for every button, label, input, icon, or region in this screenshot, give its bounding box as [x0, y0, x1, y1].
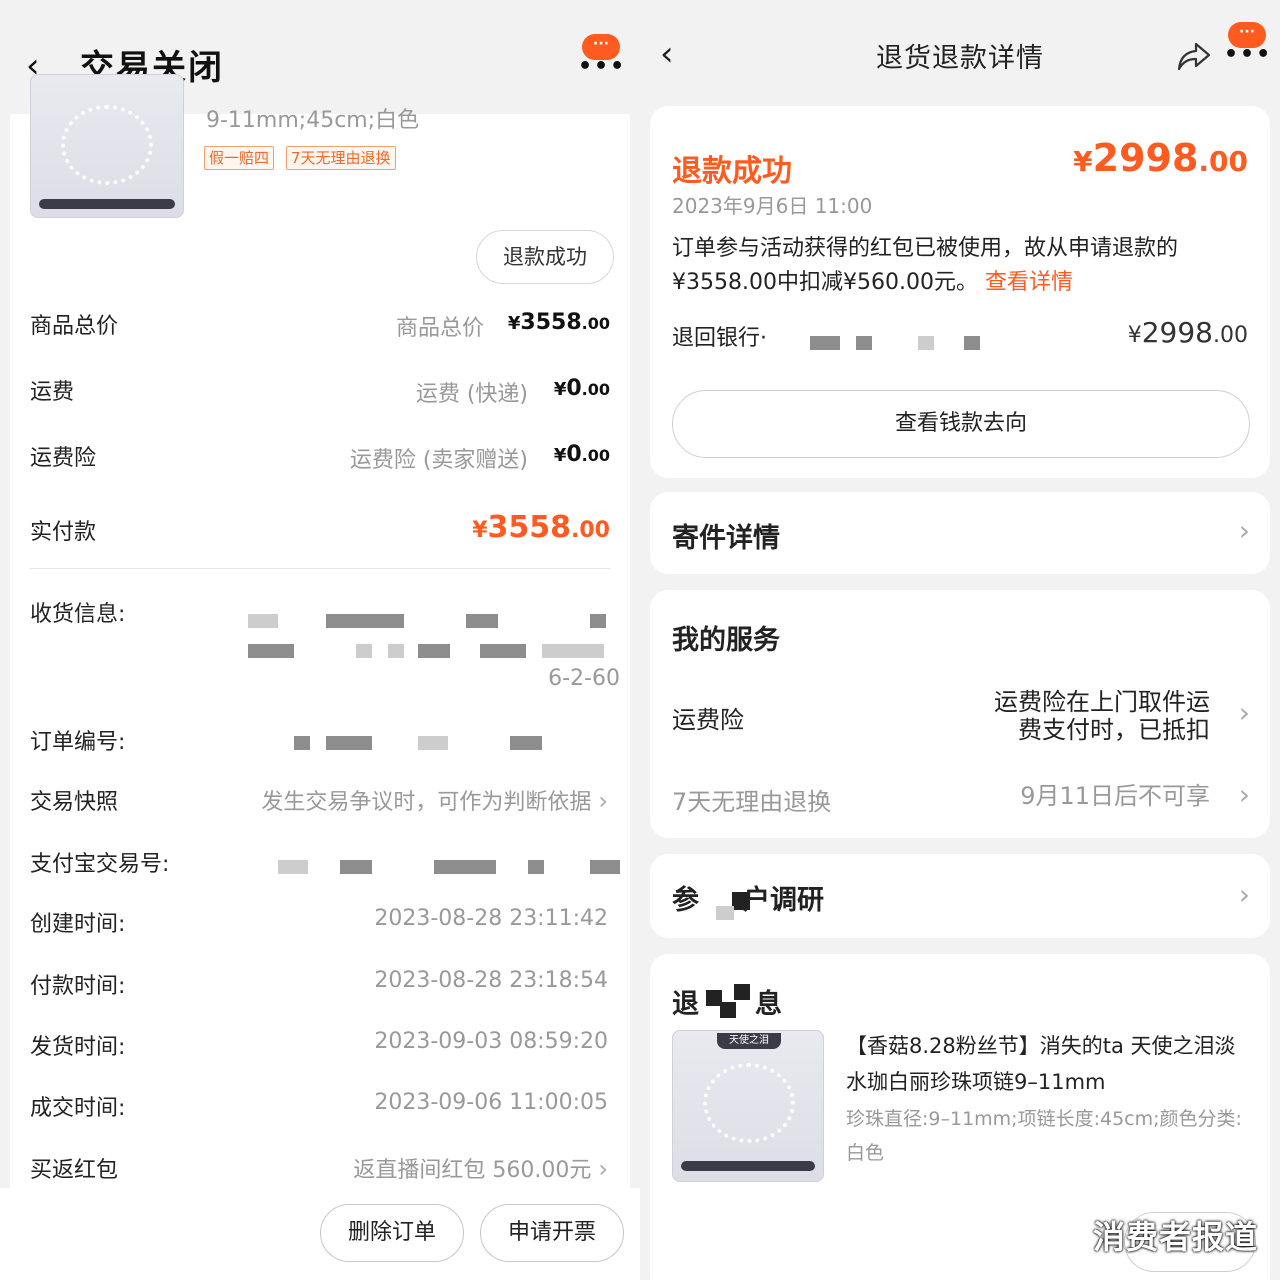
- shipped-time-value: 2023-09-03 08:59:20: [374, 1029, 608, 1054]
- shipping-fee-sub: 运费 (快递): [415, 382, 528, 407]
- share-icon[interactable]: [1176, 38, 1212, 74]
- order-number-label: 订单编号:: [30, 730, 126, 755]
- chevron-right-icon: ›: [1238, 514, 1250, 547]
- chevron-right-icon: ›: [1238, 778, 1250, 811]
- divider: [30, 568, 610, 569]
- refund-amount: ¥2998.00: [1073, 136, 1248, 180]
- chevron-right-icon: ›: [598, 1155, 608, 1183]
- paid-label: 实付款: [30, 520, 97, 545]
- service-label-insurance: 运费险: [672, 706, 744, 734]
- services-title: 我的服务: [672, 625, 780, 656]
- shipping-insurance-value: ¥0.00: [553, 442, 610, 467]
- refund-note: 订单参与活动获得的红包已被使用，故从申请退款的¥3558.00中扣减¥560.0…: [672, 236, 1179, 295]
- created-time-value: 2023-08-28 23:11:42: [374, 906, 608, 931]
- thumb-label: 天使之泪: [717, 1033, 781, 1049]
- shipping-info-label: 收货信息:: [30, 602, 126, 627]
- shipment-details-row[interactable]: 寄件详情 ›: [650, 492, 1270, 574]
- deal-time-value: 2023-09-06 11:00:05: [374, 1090, 608, 1115]
- delete-order-button[interactable]: 删除订单: [320, 1204, 464, 1262]
- more-icon[interactable]: ··· •••: [1224, 22, 1273, 67]
- shipping-fee-label: 运费: [30, 380, 75, 405]
- product-spec: 9-11mm;45cm;白色: [206, 108, 420, 133]
- service-value-insurance[interactable]: 运费险在上门取件运 费支付时，已抵扣: [994, 688, 1210, 744]
- right-screen: ‹ 退货退款详情 ··· ••• 退款成功 ¥2998.00 2023年9月6日…: [640, 0, 1280, 1280]
- shipping-insurance-label: 运费险: [30, 446, 97, 471]
- tag-fake-compensate: 假一赔四: [204, 146, 275, 170]
- chevron-right-icon: ›: [598, 787, 608, 815]
- redpacket-label: 买返红包: [30, 1158, 119, 1183]
- deal-time-label: 成交时间:: [30, 1096, 126, 1121]
- product-title[interactable]: 【香菇8.28粉丝节】消失的ta 天使之泪淡水珈白丽珍珠项链9–11mm: [846, 1028, 1246, 1100]
- money-flow-button[interactable]: 查看钱款去向: [672, 390, 1250, 458]
- chevron-right-icon: ›: [1238, 878, 1250, 911]
- bank-refund-amount: ¥2998.00: [1127, 316, 1248, 349]
- product-thumbnail[interactable]: 天使之泪: [672, 1030, 824, 1182]
- paid-time-value: 2023-08-28 23:18:54: [374, 968, 608, 993]
- refund-summary-card: 退款成功 ¥2998.00 2023年9月6日 11:00 订单参与活动获得的红…: [650, 106, 1270, 478]
- service-value-7day[interactable]: 9月11日后不可享: [1020, 782, 1210, 810]
- price-sub: 商品总价: [395, 316, 484, 341]
- view-details-link[interactable]: 查看详情: [985, 270, 1073, 295]
- request-invoice-button[interactable]: 申请开票: [480, 1204, 624, 1262]
- price-value: ¥3558.00: [507, 310, 610, 335]
- watermark: 消费者报道: [1092, 1218, 1258, 1256]
- more-dots: •••: [578, 54, 627, 79]
- price-label: 商品总价: [30, 314, 119, 339]
- alipay-number-label: 支付宝交易号:: [30, 852, 170, 877]
- paid-time-label: 付款时间:: [30, 974, 126, 999]
- refund-time: 2023年9月6日 11:00: [672, 194, 873, 218]
- shipment-details-title: 寄件详情: [672, 523, 780, 554]
- refund-status-button[interactable]: 退款成功: [476, 230, 614, 284]
- redpacket-link[interactable]: 返直播间红包 560.00元 ›: [353, 1152, 608, 1184]
- more-icon[interactable]: ··· •••: [578, 34, 627, 79]
- refund-status-title: 退款成功: [672, 154, 792, 189]
- service-label-7day: 7天无理由退换: [672, 788, 832, 816]
- order-detail-card: 9-11mm;45cm;白色 假一赔四 7天无理由退换 退款成功 商品总价 商品…: [10, 74, 630, 1194]
- chevron-right-icon: ›: [1238, 696, 1250, 729]
- snapshot-link[interactable]: 发生交易争议时，可作为判断依据 ›: [261, 784, 608, 816]
- shipping-fee-value: ¥0.00: [553, 376, 610, 401]
- shipping-insurance-sub: 运费险 (卖家赠送): [349, 448, 528, 473]
- shipping-address-fragment: 6-2-60: [548, 666, 620, 691]
- product-thumbnail[interactable]: [30, 74, 184, 218]
- created-time-label: 创建时间:: [30, 912, 126, 937]
- survey-row[interactable]: 参户调研 ›: [650, 854, 1270, 938]
- paid-value: ¥3558.00: [472, 510, 610, 545]
- bottom-action-bar: 删除订单 申请开票: [0, 1188, 640, 1280]
- tag-7day-return: 7天无理由退换: [286, 146, 396, 170]
- shipped-time-label: 发货时间:: [30, 1035, 126, 1060]
- product-spec: 珍珠直径:9–11mm;项链长度:45cm;颜色分类:白色: [846, 1108, 1242, 1164]
- refund-bank-label: 退回银行·: [672, 326, 767, 351]
- more-dots: •••: [1224, 42, 1273, 67]
- left-screen: ‹ 交易关闭 ··· ••• 9-11mm;45cm;白色 假一赔四 7天无理由…: [0, 0, 640, 1280]
- my-services-card: 我的服务 运费险 运费险在上门取件运 费支付时，已抵扣 › 7天无理由退换 9月1…: [650, 590, 1270, 838]
- snapshot-label: 交易快照: [30, 790, 119, 815]
